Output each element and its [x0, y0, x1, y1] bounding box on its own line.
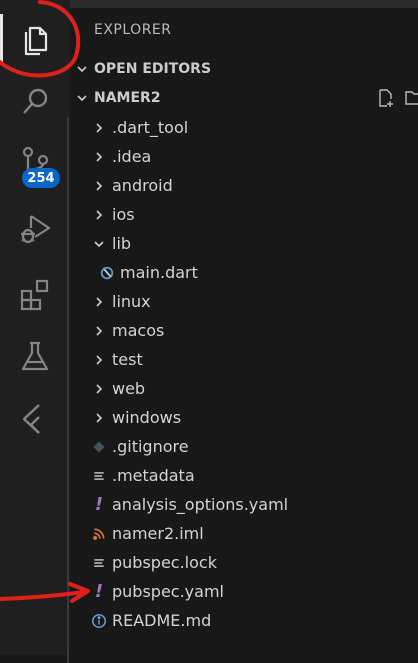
indent-guide — [67, 117, 69, 663]
tree-item-label: main.dart — [120, 263, 198, 282]
tree-item-label: .metadata — [112, 466, 195, 485]
tree-folder[interactable]: lib — [70, 229, 418, 258]
tree-item-label: .gitignore — [112, 437, 189, 456]
explorer-button[interactable] — [0, 10, 70, 66]
project-header[interactable]: NAMER2 — [70, 86, 418, 110]
tree-item-label: analysis_options.yaml — [112, 495, 289, 514]
extensions-button[interactable] — [0, 266, 70, 322]
tree-item-label: .idea — [112, 147, 152, 166]
chevron-right-icon — [90, 293, 108, 311]
rss-file-icon — [90, 525, 108, 543]
open-editors-header[interactable]: OPEN EDITORS — [70, 57, 418, 81]
text-file-icon — [90, 467, 108, 485]
tree-file[interactable]: main.dart — [70, 258, 418, 287]
search-button[interactable] — [0, 74, 70, 130]
tree-item-label: ios — [112, 205, 135, 224]
files-icon — [24, 26, 48, 56]
tree-file[interactable]: README.md — [70, 606, 418, 635]
yaml-file-icon: ! — [94, 581, 104, 602]
run-debug-button[interactable] — [0, 200, 70, 256]
yaml-file-icon: ! — [94, 494, 104, 515]
tree-file[interactable]: .metadata — [70, 461, 418, 490]
search-icon — [23, 88, 48, 114]
project-label: NAMER2 — [94, 90, 161, 106]
chevron-down-icon — [90, 235, 108, 253]
tree-folder[interactable]: macos — [70, 316, 418, 345]
tree-folder[interactable]: web — [70, 374, 418, 403]
chevron-right-icon — [74, 61, 90, 77]
tree-item-label: test — [112, 350, 143, 369]
new-folder-icon[interactable] — [404, 88, 418, 108]
tree-item-label: linux — [112, 292, 151, 311]
tree-file[interactable]: namer2.iml — [70, 519, 418, 548]
explorer-sidebar: EXPLORER OPEN EDITORS NAMER2 .dart_tool.… — [67, 8, 418, 663]
tree-folder[interactable]: windows — [70, 403, 418, 432]
activity-bar: 254 — [0, 0, 70, 655]
tree-file[interactable]: ! pubspec.yaml — [70, 577, 418, 606]
explorer-title: EXPLORER — [94, 22, 172, 38]
tree-item-label: lib — [112, 234, 132, 253]
chevron-right-icon — [90, 177, 108, 195]
open-editors-label: OPEN EDITORS — [94, 61, 212, 77]
tree-file[interactable]: .gitignore — [70, 432, 418, 461]
chevron-right-icon — [90, 148, 108, 166]
tree-folder[interactable]: ios — [70, 200, 418, 229]
chevron-right-icon — [90, 380, 108, 398]
tree-folder[interactable]: linux — [70, 287, 418, 316]
tree-item-label: macos — [112, 321, 165, 340]
tree-folder[interactable]: test — [70, 345, 418, 374]
tree-file[interactable]: ! analysis_options.yaml — [70, 490, 418, 519]
tree-folder[interactable]: android — [70, 171, 418, 200]
chevron-right-icon — [90, 351, 108, 369]
chevron-right-icon — [90, 119, 108, 137]
extensions-icon — [20, 279, 49, 311]
info-file-icon — [90, 612, 108, 630]
tree-file[interactable]: pubspec.lock — [70, 548, 418, 577]
tree-item-label: web — [112, 379, 146, 398]
dart-file-icon — [98, 264, 116, 282]
tree-item-label: pubspec.lock — [112, 553, 217, 572]
tree-folder[interactable]: .idea — [70, 142, 418, 171]
top-strip — [70, 0, 418, 8]
testing-icon — [21, 341, 49, 371]
run-debug-icon — [21, 215, 51, 244]
new-file-icon[interactable] — [376, 88, 396, 108]
tree-item-label: .dart_tool — [112, 118, 189, 137]
chevron-right-icon — [90, 206, 108, 224]
chevron-right-icon — [90, 322, 108, 340]
tree-item-label: pubspec.yaml — [112, 582, 224, 601]
tree-folder[interactable]: .dart_tool — [70, 113, 418, 142]
flutter-icon — [22, 404, 40, 434]
tree-item-label: namer2.iml — [112, 524, 204, 543]
chevron-right-icon — [90, 409, 108, 427]
tree-item-label: android — [112, 176, 173, 195]
tree-item-label: windows — [112, 408, 182, 427]
testing-button[interactable] — [0, 328, 70, 384]
flutter-button[interactable] — [0, 390, 70, 446]
chevron-down-icon — [74, 90, 90, 106]
text-file-icon — [90, 554, 108, 572]
tree-item-label: README.md — [112, 611, 212, 630]
git-file-icon — [90, 438, 108, 456]
scm-badge: 254 — [22, 168, 60, 188]
explorer-actions — [376, 88, 418, 108]
